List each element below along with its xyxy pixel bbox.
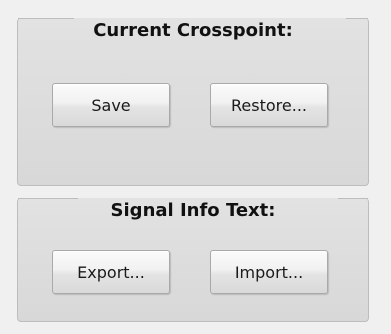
group-border-left — [18, 18, 74, 19]
signal-info-text-title: Signal Info Text: — [18, 200, 368, 222]
export-button[interactable]: Export... — [52, 250, 170, 294]
restore-button[interactable]: Restore... — [210, 83, 328, 127]
group-border-right — [338, 198, 368, 199]
group-border-right — [346, 18, 368, 19]
import-button[interactable]: Import... — [210, 250, 328, 294]
signal-info-text-title-text: Signal Info Text: — [110, 200, 276, 221]
current-crosspoint-title: Current Crosspoint: — [18, 20, 368, 42]
save-button[interactable]: Save — [52, 83, 170, 127]
current-crosspoint-group: Current Crosspoint: Save Restore... — [17, 18, 369, 186]
signal-info-text-group: Signal Info Text: Export... Import... — [17, 198, 369, 322]
current-crosspoint-title-text: Current Crosspoint: — [93, 20, 293, 41]
group-border-left — [18, 198, 78, 199]
